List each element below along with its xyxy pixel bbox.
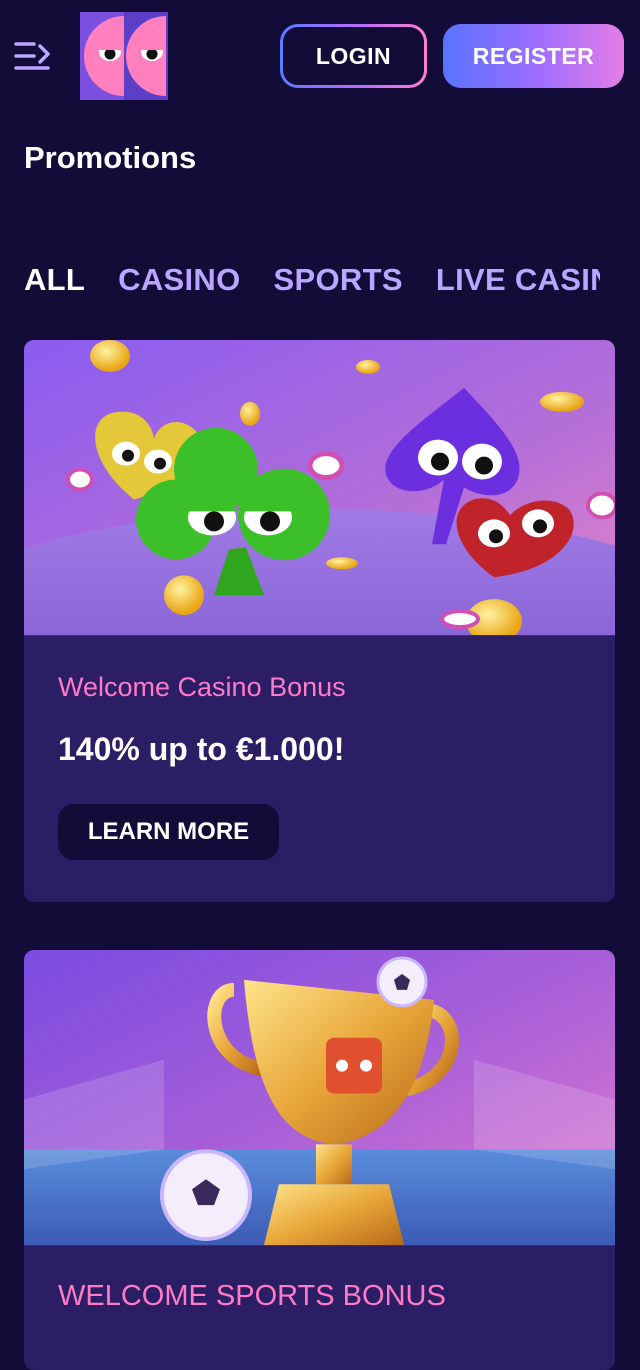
tab-casino[interactable]: CASINO <box>118 262 240 310</box>
page-title: Promotions <box>24 140 197 175</box>
tab-sports[interactable]: SPORTS <box>274 262 403 310</box>
promotion-card-casino: Welcome Casino Bonus 140% up to €1.000! … <box>24 340 615 902</box>
promotion-tabs: ALL CASINO SPORTS LIVE CASINO <box>24 262 600 310</box>
promotion-card-body: Welcome Casino Bonus 140% up to €1.000! … <box>24 672 615 860</box>
sports-promo-image <box>24 950 615 1246</box>
menu-icon[interactable] <box>14 38 54 74</box>
login-button[interactable]: LOGIN <box>280 24 427 88</box>
promotion-label: WELCOME SPORTS BONUS <box>58 1280 446 1312</box>
logo-icon[interactable] <box>80 12 168 100</box>
promotion-label: Welcome Casino Bonus <box>58 672 346 702</box>
header: LOGIN REGISTER <box>0 0 640 110</box>
promotion-card-body: WELCOME SPORTS BONUS <box>24 1280 615 1313</box>
promotion-headline: 140% up to €1.000! <box>58 731 345 767</box>
register-button[interactable]: REGISTER <box>443 24 624 88</box>
learn-more-button[interactable]: LEARN MORE <box>58 804 279 860</box>
login-button-label: LOGIN <box>283 27 424 85</box>
casino-promo-image <box>24 340 615 636</box>
tab-live-casino[interactable]: LIVE CASINO <box>436 262 600 310</box>
tab-all[interactable]: ALL <box>24 262 85 310</box>
promotion-card-sports: WELCOME SPORTS BONUS <box>24 950 615 1370</box>
